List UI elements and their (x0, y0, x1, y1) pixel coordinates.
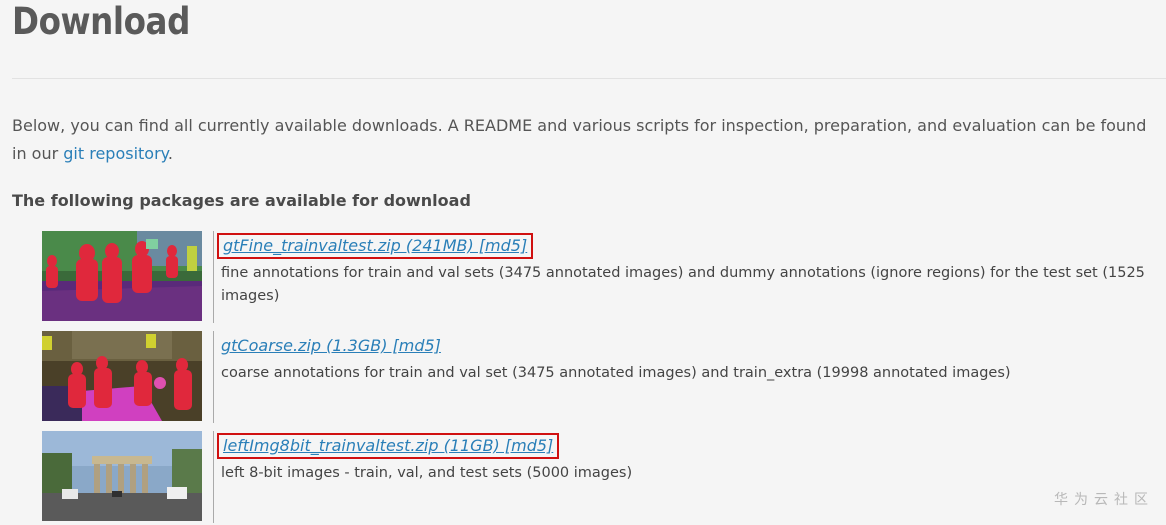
gtfine-thumbnail (42, 231, 202, 321)
package-separator (213, 331, 214, 423)
intro-end: . (167, 144, 173, 163)
gtcoarse-description: coarse annotations for train and val set… (221, 365, 1011, 381)
leftimg8bit-download-link[interactable]: leftImg8bit_trainvaltest.zip (11GB) [md5… (217, 433, 560, 459)
gtcoarse-thumbnail (42, 331, 202, 421)
leftimg8bit-thumbnail (42, 431, 202, 521)
package-separator (213, 431, 214, 523)
title-divider (12, 78, 1166, 79)
gtfine-download-link[interactable]: gtFine_trainvaltest.zip (241MB) [md5] (217, 233, 534, 259)
gtcoarse-download-link[interactable]: gtCoarse.zip (1.3GB) [md5] (221, 335, 441, 357)
page-title: Download (12, 0, 190, 43)
watermark: 华为云社区 (1054, 492, 1154, 508)
intro-paragraph: Below, you can find all currently availa… (12, 112, 1162, 168)
git-repository-link[interactable]: git repository (63, 144, 168, 163)
package-separator (213, 231, 214, 323)
download-page: Download Below, you can find all current… (0, 0, 1166, 525)
leftimg8bit-description: left 8-bit images - train, val, and test… (221, 465, 633, 481)
package-gtfine: gtFine_trainvaltest.zip (241MB) [md5] fi… (42, 231, 1166, 323)
gtfine-description: fine annotations for train and val sets … (221, 265, 1145, 304)
packages-heading: The following packages are available for… (12, 191, 471, 210)
package-leftimg8bit: leftImg8bit_trainvaltest.zip (11GB) [md5… (42, 431, 1166, 523)
intro-text: Below, you can find all currently availa… (12, 116, 1147, 163)
package-gtcoarse: gtCoarse.zip (1.3GB) [md5] coarse annota… (42, 331, 1166, 423)
